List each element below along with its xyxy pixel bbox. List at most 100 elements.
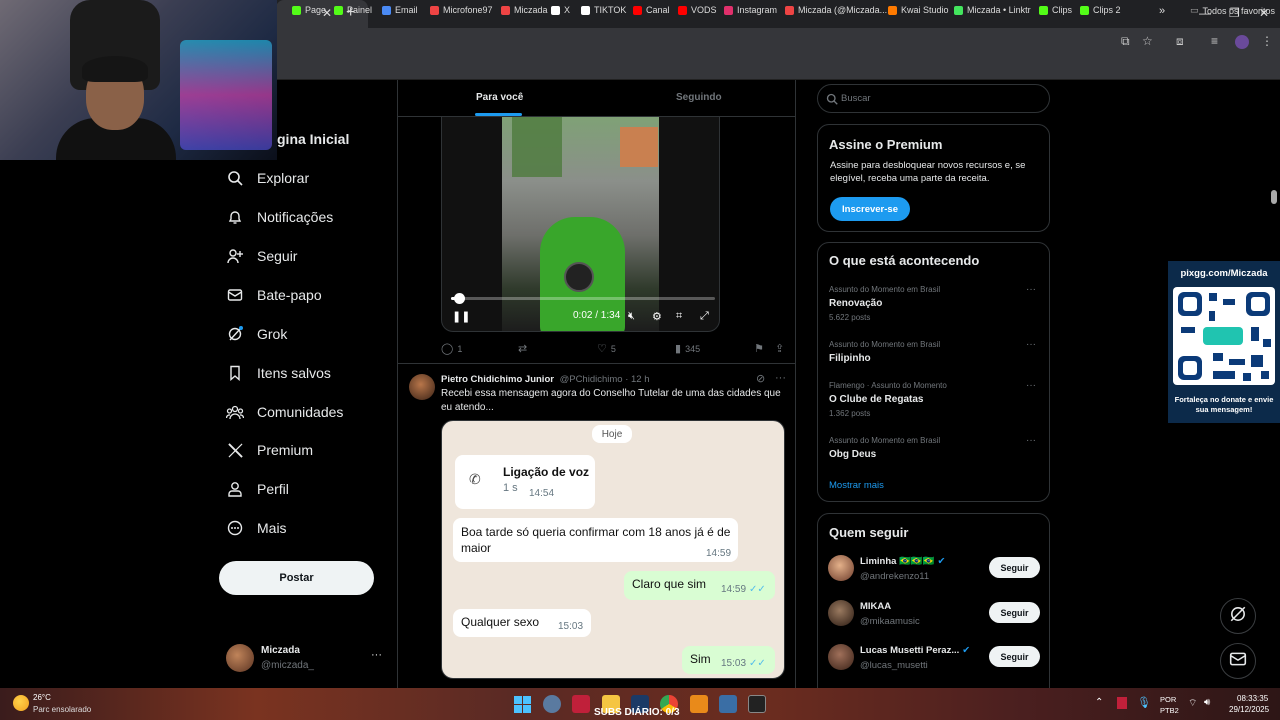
- trend-more-icon[interactable]: ···: [1026, 339, 1036, 350]
- kebab-menu-icon[interactable]: ⋮: [1261, 34, 1273, 48]
- pause-icon[interactable]: ❚❚: [452, 310, 470, 323]
- tweet[interactable]: Pietro Chidichimo Junior @PChidichimo · …: [398, 363, 795, 688]
- settings-icon[interactable]: ⚙: [652, 310, 662, 323]
- trend-name[interactable]: Obg Deus: [829, 449, 876, 460]
- share-button[interactable]: ⇪: [775, 342, 788, 355]
- tray-chevron-icon[interactable]: ⌃: [1095, 697, 1103, 708]
- bookmark-post-button[interactable]: ⚑: [754, 342, 768, 355]
- bookmark-item[interactable]: Kwai Studio: [888, 5, 949, 15]
- tray-app-icon[interactable]: [1117, 697, 1127, 709]
- volume-icon[interactable]: 🔊︎: [1204, 697, 1210, 708]
- voice-app-icon[interactable]: [572, 695, 590, 713]
- trend-name[interactable]: O Clube de Regatas: [829, 394, 923, 405]
- nav-comunidades[interactable]: Comunidades: [226, 403, 343, 421]
- bookmark-item[interactable]: TIKTOK: [581, 5, 626, 15]
- subscribe-button[interactable]: Inscrever-se: [830, 197, 910, 221]
- repost-button[interactable]: ⇄: [518, 342, 531, 355]
- tweet-header: Pietro Chidichimo Junior @PChidichimo · …: [441, 374, 650, 385]
- bookmark-item[interactable]: Painel: [334, 5, 372, 15]
- bookmark-item[interactable]: Page: [292, 5, 326, 15]
- nav-itens-salvos[interactable]: Itens salvos: [226, 364, 331, 382]
- extensions-icon[interactable]: ⧈: [1176, 34, 1184, 49]
- bookmark-item[interactable]: Instagram: [724, 5, 777, 15]
- video-player[interactable]: ❚❚ 0:02 / 1:34 🔇︎ ⚙ ⌗ ⤢: [441, 117, 720, 332]
- star-icon[interactable]: ☆: [1142, 34, 1153, 48]
- trend-name[interactable]: Renovação: [829, 298, 882, 309]
- nav-grok[interactable]: Grok: [226, 325, 287, 343]
- grok-explain-icon[interactable]: ⊘: [756, 372, 765, 385]
- install-app-icon[interactable]: ⧉: [1121, 34, 1130, 49]
- progress-knob[interactable]: [453, 293, 465, 304]
- follow-button[interactable]: Seguir: [989, 602, 1040, 623]
- avatar[interactable]: [828, 600, 854, 626]
- video-progress-bar[interactable]: [451, 293, 715, 304]
- settings-app-icon[interactable]: [543, 695, 561, 713]
- nav-premium[interactable]: Premium: [226, 441, 313, 459]
- search-icon: [226, 169, 244, 187]
- bookmark-item[interactable]: VODS: [678, 5, 717, 15]
- weather-icon[interactable]: [13, 695, 29, 711]
- post-button[interactable]: Postar: [219, 561, 374, 595]
- nav-mais[interactable]: Mais: [226, 519, 287, 537]
- media-icon[interactable]: ≡: [1211, 34, 1218, 48]
- messages-fab[interactable]: [1220, 643, 1256, 679]
- nav-bate-papo[interactable]: Bate-papo: [226, 286, 322, 304]
- wifi-icon[interactable]: ⌔: [1188, 697, 1197, 710]
- more-icon[interactable]: ···: [775, 372, 786, 384]
- avatar[interactable]: [828, 644, 854, 670]
- bookmark-item[interactable]: Miczada: [501, 5, 548, 15]
- profile-avatar[interactable]: [1235, 35, 1249, 49]
- show-more-link[interactable]: Mostrar mais: [829, 480, 884, 491]
- microphone-icon[interactable]: 🎙︎: [1137, 696, 1151, 709]
- avatar[interactable]: [828, 555, 854, 581]
- tab-para-voce[interactable]: Para você: [476, 92, 523, 103]
- follow-button[interactable]: Seguir: [989, 646, 1040, 667]
- trend-more-icon[interactable]: ···: [1026, 284, 1036, 295]
- user-name[interactable]: Lucas Musetti Peraz... ✔: [860, 645, 970, 656]
- user-name[interactable]: MIKAA: [860, 601, 891, 612]
- windows-start-icon[interactable]: [514, 696, 531, 713]
- search-box[interactable]: Buscar: [817, 84, 1050, 113]
- nav-perfil[interactable]: Perfil: [226, 480, 289, 498]
- obs-icon[interactable]: [748, 695, 766, 713]
- trend-name[interactable]: Filipinho: [829, 353, 871, 364]
- call-duration: 1 s: [503, 482, 518, 494]
- grok-fab[interactable]: [1220, 598, 1256, 634]
- tab-seguindo[interactable]: Seguindo: [676, 92, 722, 103]
- weather-temp[interactable]: 26°C: [33, 693, 51, 702]
- like-button[interactable]: ♡ 5: [597, 342, 616, 355]
- mute-icon[interactable]: 🔇︎: [628, 310, 635, 323]
- reply-button[interactable]: ◯ 1: [441, 342, 462, 355]
- bookmark-item[interactable]: X: [551, 5, 570, 15]
- bookmark-item[interactable]: Email: [382, 5, 418, 15]
- clock-time[interactable]: 08:33:35: [1237, 694, 1268, 703]
- app-icon[interactable]: [719, 695, 737, 713]
- trend-more-icon[interactable]: ···: [1026, 380, 1036, 391]
- author-name[interactable]: Pietro Chidichimo Junior: [441, 374, 554, 385]
- chat-screenshot[interactable]: Hoje ✆ Ligação de voz 1 s 14:54 Boa tard…: [441, 420, 785, 679]
- views-button[interactable]: ▮ 345: [675, 342, 700, 355]
- search-input[interactable]: Buscar: [841, 93, 871, 104]
- bookmark-item[interactable]: Canal: [633, 5, 670, 15]
- follow-button[interactable]: Seguir: [989, 557, 1040, 578]
- nav-explorar[interactable]: Explorar: [226, 169, 309, 187]
- fullscreen-icon[interactable]: ⤢: [700, 310, 709, 323]
- lang-top[interactable]: POR: [1160, 695, 1176, 704]
- trend-more-icon[interactable]: ···: [1026, 435, 1036, 446]
- user-name[interactable]: Liminha 🇧🇷🇧🇷🇧🇷 ✔: [860, 556, 946, 567]
- all-favorites-folder[interactable]: ▭ Todos os favoritos: [1190, 5, 1275, 16]
- bookmark-item[interactable]: Clips 2: [1080, 5, 1121, 15]
- bookmark-item[interactable]: Miczada • Linktr: [954, 5, 1031, 15]
- crop-icon[interactable]: ⌗: [676, 310, 682, 323]
- bookmark-item[interactable]: Microfone97: [430, 5, 493, 15]
- nav-notificacoes[interactable]: Notificações: [226, 208, 333, 226]
- author-avatar[interactable]: [409, 374, 435, 400]
- more-bookmarks-icon[interactable]: »: [1159, 5, 1165, 17]
- page-scrollbar-thumb[interactable]: [1271, 190, 1277, 204]
- app-icon[interactable]: [690, 695, 708, 713]
- nav-home[interactable]: gina Inicial: [277, 131, 349, 147]
- account-handle: @miczada_: [261, 660, 314, 671]
- bookmark-item[interactable]: Clips: [1039, 5, 1072, 15]
- nav-seguir[interactable]: Seguir: [226, 247, 297, 265]
- bookmark-item[interactable]: Miczada (@Miczada...: [785, 5, 887, 15]
